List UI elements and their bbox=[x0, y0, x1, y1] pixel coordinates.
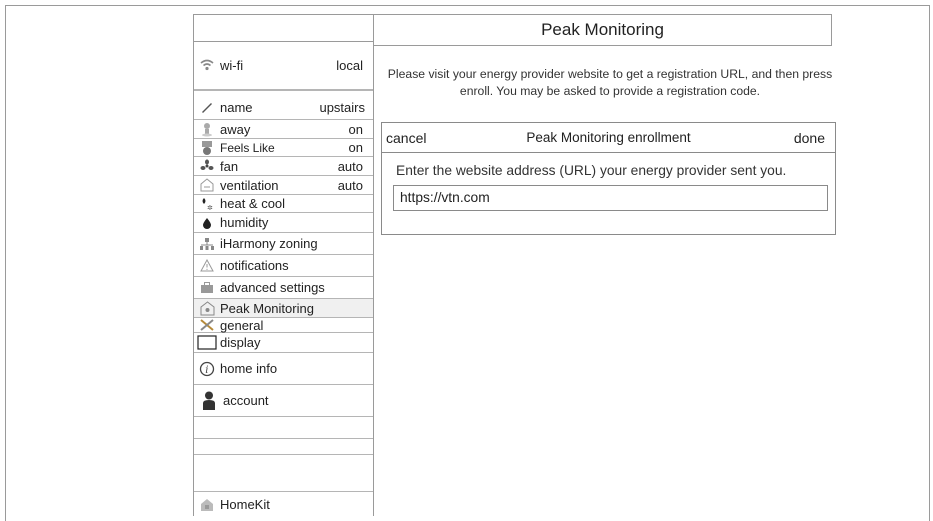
sidebar-item-label: general bbox=[220, 317, 264, 333]
sidebar-item-name[interactable]: name upstairs bbox=[194, 95, 373, 120]
sidebar-item-iharmony-zoning[interactable]: iHarmony zoning bbox=[194, 233, 373, 255]
warning-icon bbox=[194, 259, 220, 272]
sidebar-item-label: Peak Monitoring bbox=[220, 300, 314, 316]
peak-house-icon bbox=[194, 300, 220, 316]
sidebar-spacer bbox=[194, 439, 373, 455]
zoning-icon bbox=[194, 237, 220, 251]
droplet-icon bbox=[194, 217, 220, 229]
svg-text:✲: ✲ bbox=[207, 204, 213, 211]
sidebar-item-value: auto bbox=[337, 177, 363, 193]
tools-icon bbox=[194, 318, 220, 332]
sidebar-item-homekit[interactable]: HomeKit bbox=[194, 492, 373, 517]
sidebar-item-home-info[interactable]: i home info bbox=[194, 353, 373, 385]
pencil-icon bbox=[194, 100, 220, 114]
sidebar-item-advanced-settings[interactable]: advanced settings bbox=[194, 277, 373, 299]
sidebar-spacer bbox=[194, 417, 373, 439]
sidebar-item-label: home info bbox=[220, 361, 278, 376]
intro-text: Please visit your energy provider websit… bbox=[387, 67, 833, 98]
enrollment-toolbar: Peak Monitoring enrollment cancel done bbox=[382, 123, 835, 153]
sidebar-item-label: Feels Like bbox=[220, 140, 275, 155]
sidebar-header bbox=[194, 15, 373, 42]
url-input[interactable]: https://vtn.com bbox=[393, 185, 828, 211]
sidebar-item-label: notifications bbox=[220, 258, 289, 273]
sidebar-item-label: wi-fi bbox=[220, 57, 244, 73]
sidebar-item-label: fan bbox=[220, 158, 239, 174]
homekit-icon bbox=[194, 498, 220, 512]
sidebar-item-display[interactable]: display bbox=[194, 333, 373, 353]
user-icon bbox=[194, 391, 223, 411]
svg-text:i: i bbox=[205, 365, 208, 376]
sidebar-item-label: name bbox=[220, 99, 253, 115]
sidebar-item-value: on bbox=[348, 140, 363, 155]
sidebar-item-fan[interactable]: fan auto bbox=[194, 157, 373, 176]
cancel-button[interactable]: cancel bbox=[386, 130, 426, 146]
sidebar-item-label: iHarmony zoning bbox=[220, 236, 318, 251]
sidebar-item-wifi[interactable]: wi-fi local bbox=[194, 53, 373, 77]
sidebar-item-value: on bbox=[348, 121, 363, 137]
sidebar-item-label: ventilation bbox=[220, 177, 279, 193]
feels-like-icon bbox=[194, 140, 220, 156]
sidebar-item-value: upstairs bbox=[319, 99, 365, 115]
divider bbox=[194, 89, 373, 91]
url-prompt: Enter the website address (URL) your ene… bbox=[396, 163, 787, 178]
enrollment-title: Peak Monitoring enrollment bbox=[526, 130, 691, 145]
flame-snowflake-icon: ✲ bbox=[194, 197, 220, 211]
sidebar-item-peak-monitoring[interactable]: Peak Monitoring bbox=[194, 299, 373, 318]
sidebar-item-humidity[interactable]: humidity bbox=[194, 213, 373, 233]
sidebar-item-feels-like[interactable]: Feels Like on bbox=[194, 139, 373, 157]
sidebar: wi-fi local name upstairs away on Feels … bbox=[193, 14, 374, 516]
page-title: Peak Monitoring bbox=[374, 14, 832, 46]
wifi-icon bbox=[194, 59, 220, 71]
person-pin-icon bbox=[194, 122, 220, 137]
toolbox-icon bbox=[194, 281, 220, 294]
sidebar-item-label: display bbox=[220, 335, 261, 350]
house-vent-icon bbox=[194, 178, 220, 192]
sidebar-item-label: advanced settings bbox=[220, 280, 325, 295]
done-button[interactable]: done bbox=[794, 130, 825, 146]
sidebar-item-notifications[interactable]: notifications bbox=[194, 255, 373, 277]
sidebar-item-label: heat & cool bbox=[220, 196, 286, 211]
display-icon bbox=[194, 335, 220, 350]
sidebar-item-label: HomeKit bbox=[220, 497, 270, 512]
sidebar-item-label: humidity bbox=[220, 215, 269, 230]
sidebar-item-value: auto bbox=[337, 158, 363, 174]
sidebar-item-away[interactable]: away on bbox=[194, 120, 373, 139]
sidebar-item-general[interactable]: general bbox=[194, 318, 373, 333]
sidebar-item-label: away bbox=[220, 121, 251, 137]
sidebar-item-account[interactable]: account bbox=[194, 385, 373, 417]
sidebar-item-label: account bbox=[223, 393, 269, 408]
sidebar-item-value: local bbox=[336, 57, 363, 73]
sidebar-spacer bbox=[194, 455, 373, 492]
enrollment-dialog: Peak Monitoring enrollment cancel done E… bbox=[381, 122, 836, 235]
fan-icon bbox=[194, 159, 220, 173]
info-icon: i bbox=[194, 361, 220, 377]
sidebar-item-heat-cool[interactable]: ✲ heat & cool bbox=[194, 195, 373, 213]
sidebar-item-ventilation[interactable]: ventilation auto bbox=[194, 176, 373, 195]
